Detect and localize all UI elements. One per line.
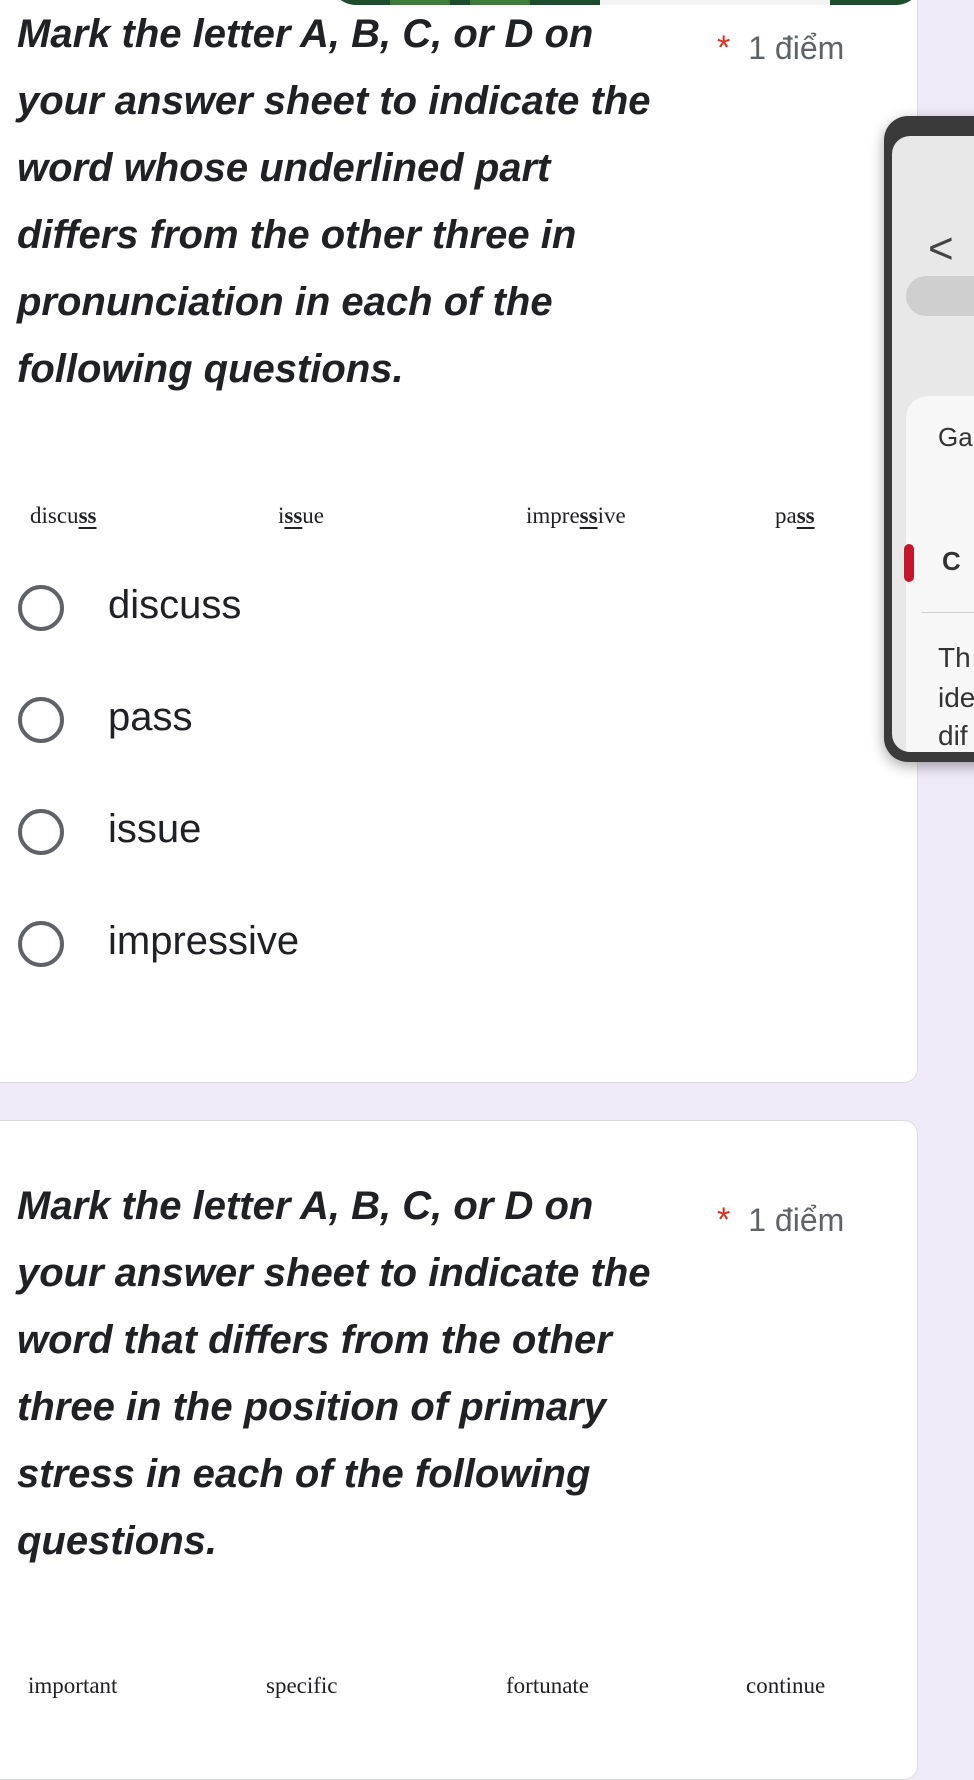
title-line: your answer sheet to indicate the: [17, 79, 651, 123]
search-bar[interactable]: [906, 276, 974, 316]
chevron-left-icon[interactable]: <: [928, 224, 954, 274]
option-issue[interactable]: issue: [18, 803, 718, 863]
title-line: pronunciation in each of the: [17, 280, 553, 324]
side-panel[interactable]: < Ga C Th ide dif: [884, 116, 974, 762]
title-line: your answer sheet to indicate the: [17, 1251, 651, 1295]
title-line: differs from the other three in: [17, 213, 577, 257]
option-pass[interactable]: pass: [18, 691, 718, 751]
option-label: discuss: [108, 583, 242, 627]
word-fortunate: fortunate: [506, 1673, 590, 1698]
title-line: Mark the letter A, B, C, or D on: [17, 1184, 594, 1228]
word-continue: continue: [746, 1673, 826, 1698]
title-line: stress in each of the following: [17, 1452, 591, 1496]
radio-button[interactable]: [18, 921, 64, 967]
title-line: questions.: [17, 1519, 218, 1563]
panel-text-line: Th: [938, 642, 971, 673]
option-discuss[interactable]: discuss: [18, 579, 718, 639]
option-label: impressive: [108, 919, 300, 963]
word-important: important: [28, 1673, 118, 1698]
panel-text-line: dif: [938, 720, 968, 751]
word-list: discuss issue impressive pass: [0, 503, 860, 543]
title-line: word whose underlined part: [17, 146, 551, 190]
highlight-marker: [904, 544, 914, 582]
option-impressive[interactable]: impressive: [18, 915, 718, 975]
title-line: Mark the letter A, B, C, or D on: [17, 12, 594, 56]
word-list: important specific fortunate continue: [0, 1673, 860, 1713]
title-line: following questions.: [17, 347, 404, 391]
panel-heading: Ga: [938, 422, 973, 452]
points-label: * 1 điểm: [717, 29, 917, 68]
required-asterisk: *: [717, 29, 731, 67]
radio-button[interactable]: [18, 697, 64, 743]
word-specific: specific: [266, 1673, 338, 1698]
title-line: three in the position of primary: [17, 1385, 606, 1429]
word-discuss: discuss: [30, 503, 97, 528]
side-panel-content: < Ga C Th ide dif: [892, 136, 974, 752]
divider: [922, 612, 974, 613]
required-asterisk: *: [717, 1201, 731, 1239]
option-label: issue: [108, 807, 202, 851]
panel-text-line: ide: [938, 682, 974, 713]
word-issue: issue: [278, 503, 325, 528]
radio-button[interactable]: [18, 585, 64, 631]
points-value: 1 điểm: [748, 1202, 845, 1238]
radio-button[interactable]: [18, 809, 64, 855]
word-impressive: impressive: [526, 503, 626, 528]
question-card-2: * 1 điểm Mark the letter A, B, C, or D on…: [0, 1120, 918, 1780]
title-line: word that differs from the other: [17, 1318, 612, 1362]
panel-label: C: [942, 546, 961, 576]
word-pass: pass: [775, 503, 815, 528]
option-label: pass: [108, 695, 193, 739]
question-card-1: * 1 điểm Mark the letter A, B, C, or D on…: [0, 0, 922, 1083]
points-value: 1 điểm: [748, 30, 845, 66]
points-label: * 1 điểm: [717, 1201, 917, 1240]
